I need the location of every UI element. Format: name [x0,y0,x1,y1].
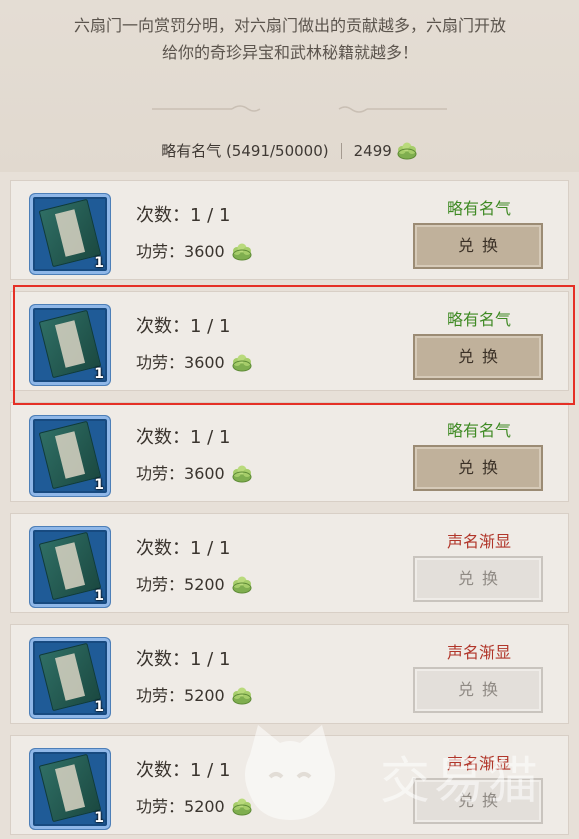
merit-label: 功劳： [136,353,185,372]
book-cover [38,753,102,823]
intro-line-1: 六扇门一向赏罚分明，对六扇门做出的贡献越多，六扇门开放 [73,16,506,35]
exchange-button[interactable]: 兑换 [413,334,543,380]
exchange-button[interactable]: 兑换 [413,556,543,602]
exchange-button[interactable]: 兑换 [413,667,543,713]
required-rank: 略有名气 [446,310,511,329]
book-cover [38,309,102,379]
book-item-icon[interactable]: 1 [30,749,110,829]
book-item-icon[interactable]: 1 [30,305,110,385]
merit-coin-icon [396,142,418,164]
merit-label: 功劳： [136,464,185,483]
required-rank: 略有名气 [446,199,511,218]
intro-line-2: 给你的奇珍异宝和武林秘籍就越多！ [161,43,418,62]
exchange-item-row: 1 次数：1 / 1 功劳：3600 略有名气兑换 [10,291,569,391]
merit-value: 5200 [184,686,225,705]
required-rank: 声名渐显 [446,643,511,662]
item-quantity: 1 [94,366,104,382]
status-separator [340,143,342,159]
required-rank: 略有名气 [446,421,511,440]
book-cover [38,531,102,601]
required-rank: 声名渐显 [446,754,511,773]
item-quantity: 1 [94,810,104,826]
intro-text: 六扇门一向赏罚分明，对六扇门做出的贡献越多，六扇门开放 给你的奇珍异宝和武林秘籍… [30,12,550,66]
exchange-count: 次数：1 / 1 [136,760,231,781]
exchange-item-row: 1 次数：1 / 1 功劳：5200 声名渐显兑换 [10,513,569,613]
book-item-icon[interactable]: 1 [30,194,110,274]
exchange-count: 次数：1 / 1 [136,427,231,448]
merit-value: 3600 [184,242,225,261]
merit-cost: 功劳：3600 [136,460,253,487]
merit-value: 5200 [184,575,225,594]
exchange-item-row: 1 次数：1 / 1 功劳：5200 声名渐显兑换 [10,735,569,835]
exchange-item-row: 1 次数：1 / 1 功劳：3600 略有名气兑换 [10,180,569,280]
exchange-count: 次数：1 / 1 [136,205,231,226]
merit-label: 功劳： [136,575,185,594]
merit-label: 功劳： [136,242,185,261]
ornament-divider-right [337,105,447,113]
book-cover [38,642,102,712]
merit-cost: 功劳：3600 [136,349,253,376]
exchange-item-row: 1 次数：1 / 1 功劳：5200 声名渐显兑换 [10,624,569,724]
item-quantity: 1 [94,699,104,715]
merit-value: 3600 [184,464,225,483]
book-cover [38,198,102,268]
exchange-button[interactable]: 兑换 [413,223,543,269]
exchange-count: 次数：1 / 1 [136,649,231,670]
required-rank: 声名渐显 [446,532,511,551]
book-cover [38,420,102,490]
merit-coin-icon [231,354,253,376]
merit-coin-icon [231,243,253,265]
reputation-status: 略有名气 (5491/50000) [161,142,329,160]
item-quantity: 1 [94,588,104,604]
exchange-button[interactable]: 兑换 [413,445,543,491]
merit-cost: 功劳：3600 [136,238,253,265]
item-quantity: 1 [94,477,104,493]
exchange-count: 次数：1 / 1 [136,316,231,337]
merit-label: 功劳： [136,686,185,705]
merit-value: 5200 [184,797,225,816]
ornament-divider-left [152,105,262,113]
exchange-count: 次数：1 / 1 [136,538,231,559]
book-item-icon[interactable]: 1 [30,527,110,607]
merit-cost: 功劳：5200 [136,571,253,598]
points-value: 2499 [353,142,392,160]
merit-coin-icon [231,687,253,709]
merit-label: 功劳： [136,797,185,816]
merit-cost: 功劳：5200 [136,793,253,820]
exchange-item-row: 1 次数：1 / 1 功劳：3600 略有名气兑换 [10,402,569,502]
exchange-button[interactable]: 兑换 [413,778,543,824]
merit-coin-icon [231,465,253,487]
merit-cost: 功劳：5200 [136,682,253,709]
merit-value: 3600 [184,353,225,372]
book-item-icon[interactable]: 1 [30,638,110,718]
intro-panel: 六扇门一向赏罚分明，对六扇门做出的贡献越多，六扇门开放 给你的奇珍异宝和武林秘籍… [0,0,579,172]
status-line: 略有名气 (5491/50000) 2499 [0,140,579,164]
merit-coin-icon [231,576,253,598]
merit-coin-icon [231,798,253,820]
item-quantity: 1 [94,255,104,271]
book-item-icon[interactable]: 1 [30,416,110,496]
